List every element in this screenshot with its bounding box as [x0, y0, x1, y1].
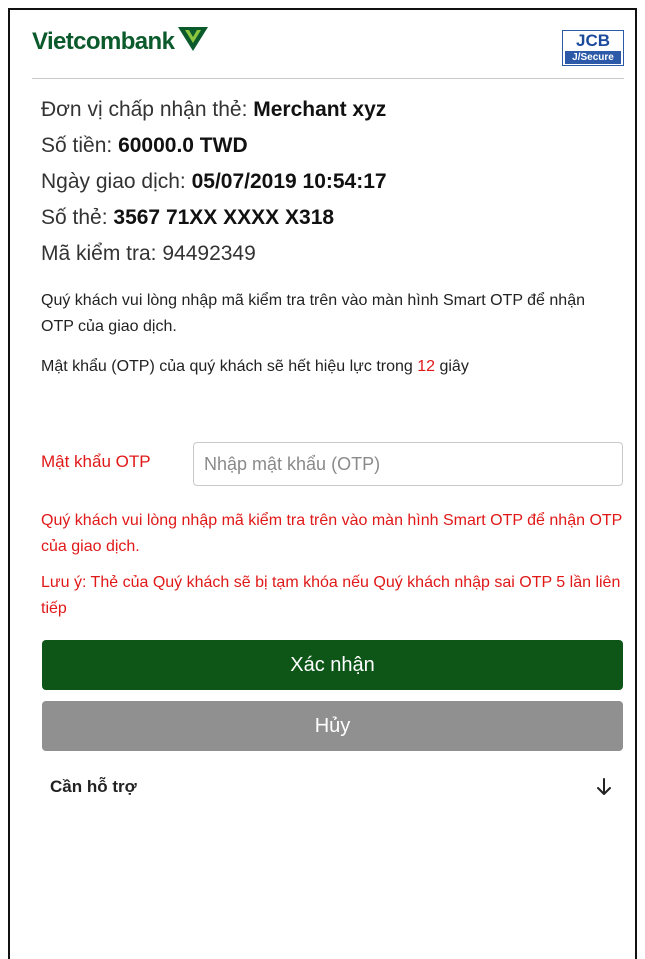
vietcombank-emblem-icon	[178, 27, 209, 51]
date-row: Ngày giao dịch: 05/07/2019 10:54:17	[41, 168, 387, 204]
amount-value: 60000.0 TWD	[118, 134, 248, 157]
amount-row: Số tiền: 60000.0 TWD	[41, 132, 387, 168]
header: Vietcombank JCB J/Secure	[32, 24, 624, 79]
check-code-label: Mã kiểm tra:	[41, 242, 163, 265]
merchant-value: Merchant xyz	[253, 98, 387, 121]
support-label: Cần hỗ trợ	[50, 777, 137, 796]
date-value: 05/07/2019 10:54:17	[191, 170, 387, 193]
otp-expiry-message: Mật khẩu (OTP) của quý khách sẽ hết hiệu…	[41, 354, 621, 380]
merchant-row: Đơn vị chấp nhận thẻ: Merchant xyz	[41, 96, 387, 132]
expiry-prefix: Mật khẩu (OTP) của quý khách sẽ hết hiệu…	[41, 358, 418, 375]
otp-error-instruction: Quý khách vui lòng nhập mã kiểm tra trên…	[41, 512, 623, 555]
card-label: Số thẻ:	[41, 206, 114, 229]
smart-otp-instruction: Quý khách vui lòng nhập mã kiểm tra trên…	[41, 292, 585, 335]
jcb-badge-top: JCB	[575, 31, 610, 50]
transaction-info: Đơn vị chấp nhận thẻ: Merchant xyz Số ti…	[41, 96, 387, 276]
cancel-button[interactable]: Hủy	[42, 701, 623, 751]
vietcombank-logo: Vietcombank	[32, 27, 210, 56]
merchant-label: Đơn vị chấp nhận thẻ:	[41, 98, 254, 121]
expiry-suffix: giây	[435, 358, 469, 375]
amount-label: Số tiền:	[41, 134, 119, 157]
arrow-down-icon	[597, 778, 611, 795]
card-lock-warning: Lưu ý: Thẻ của Quý khách sẽ bị tạm khóa …	[41, 574, 621, 617]
jcb-badge-bottom: J/Secure	[565, 51, 621, 64]
otp-label: Mật khẩu OTP	[41, 452, 151, 471]
card-value: 3567 71XX XXXX X318	[113, 206, 335, 229]
check-code-value: 94492349	[162, 242, 256, 265]
expiry-countdown: 12	[417, 358, 436, 375]
check-code-row: Mã kiểm tra: 94492349	[41, 240, 387, 276]
jcb-secure-badge: JCB J/Secure	[562, 30, 624, 66]
date-label: Ngày giao dịch:	[41, 170, 192, 193]
otp-input[interactable]	[193, 442, 623, 486]
card-row: Số thẻ: 3567 71XX XXXX X318	[41, 204, 387, 240]
support-toggle[interactable]: Cần hỗ trợ	[50, 772, 612, 802]
bank-name: Vietcombank	[32, 28, 175, 55]
confirm-button[interactable]: Xác nhận	[42, 640, 623, 690]
